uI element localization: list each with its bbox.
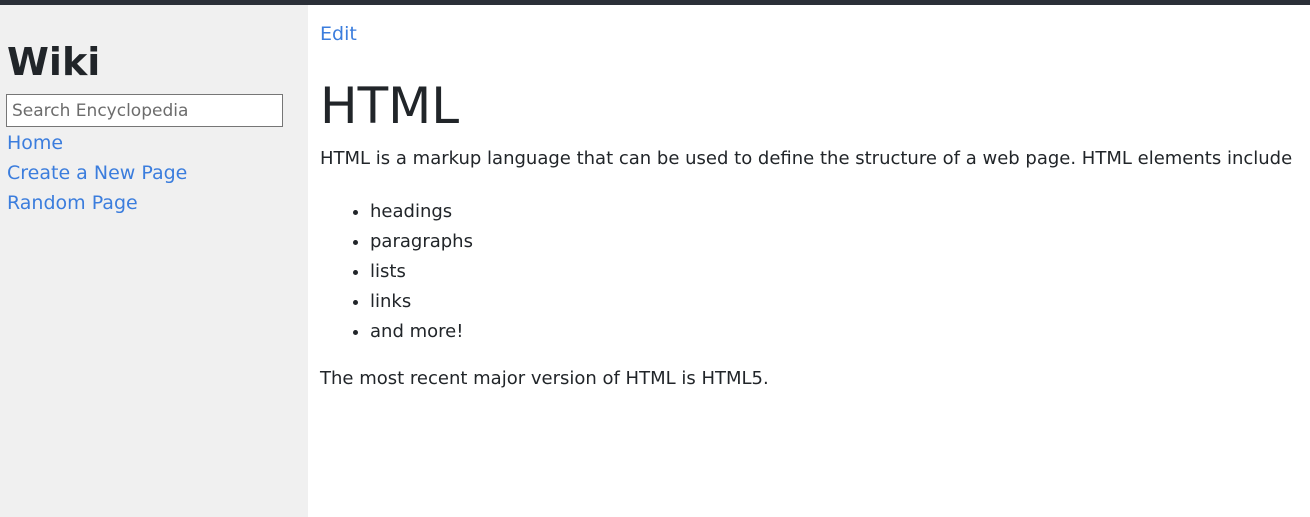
list-item: headings [370,197,473,227]
sidebar: Wiki Home Create a New Page Random Page [0,5,308,517]
edit-link[interactable]: Edit [320,22,357,46]
list-item: lists [370,257,473,287]
list-item: paragraphs [370,227,473,257]
list-item: and more! [370,317,473,347]
site-title: Wiki [7,40,101,84]
element-list: headings paragraphs lists links and more… [320,197,473,347]
nav-link-random-page[interactable]: Random Page [7,191,138,215]
nav-link-create-page[interactable]: Create a New Page [7,161,187,185]
closing-paragraph: The most recent major version of HTML is… [320,368,769,389]
search-input[interactable] [6,94,283,127]
page-title: HTML [320,77,460,135]
list-item: links [370,287,473,317]
intro-paragraph: HTML is a markup language that can be us… [320,148,1293,169]
nav-link-home[interactable]: Home [7,131,63,155]
